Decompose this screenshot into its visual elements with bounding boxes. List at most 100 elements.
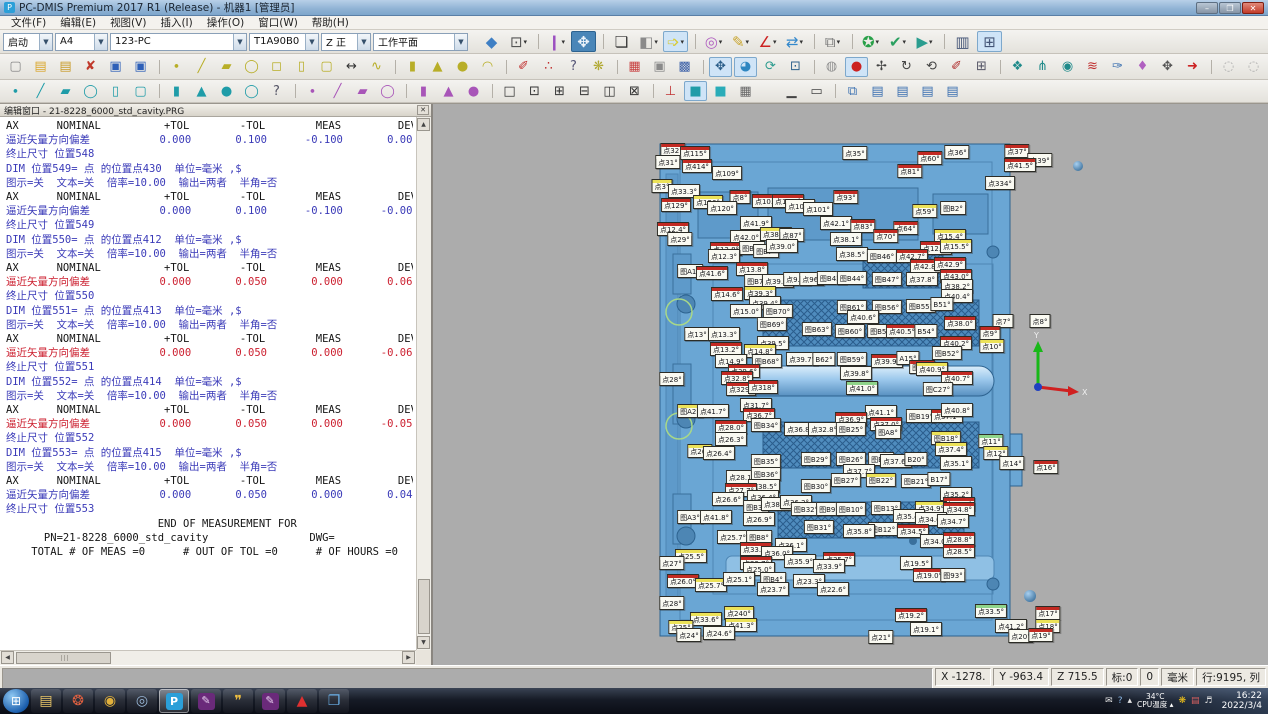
meas-circle-icon[interactable]: ◯ (240, 57, 263, 77)
snapshot-icon[interactable]: ◉ (1056, 57, 1079, 77)
meas-round-slot-icon[interactable]: ◻ (265, 57, 288, 77)
close-button[interactable]: ✕ (1242, 2, 1264, 14)
con-circle-icon[interactable]: ◯ (376, 81, 399, 101)
report-bar-icon[interactable]: ▥ (950, 31, 975, 52)
cad-label[interactable]: 点8° (1030, 314, 1051, 328)
line-gage-icon[interactable]: ✎ ▾ (728, 31, 753, 52)
workplane-combo[interactable]: 工作平面 ▼ (373, 33, 468, 51)
menu-item[interactable]: 编辑(E) (53, 15, 103, 30)
menu-item[interactable]: 操作(O) (200, 15, 251, 30)
chevron-down-icon[interactable]: ▾ (562, 38, 566, 46)
alignment-combo[interactable]: 123-PC ▼ (110, 33, 247, 51)
chevron-down-icon[interactable]: ▾ (800, 38, 804, 46)
start-button[interactable]: ⊞ (3, 689, 29, 713)
acrobat-taskbar-icon[interactable]: ▲ (287, 689, 317, 713)
cad-label[interactable]: 点35.9° (784, 554, 816, 568)
cad-label[interactable]: 点40.5° (886, 324, 918, 338)
cad-label[interactable]: 点29° (667, 232, 692, 246)
cad-label[interactable]: 点40.8° (941, 403, 973, 417)
wire-globe-icon[interactable]: ◍ (820, 57, 843, 77)
cad-label[interactable]: 图B30° (801, 479, 831, 493)
restore-win-icon[interactable]: ▭ (805, 81, 828, 101)
cad-label[interactable]: 点10° (979, 339, 1004, 353)
coreldraw2-taskbar-icon[interactable]: ✎ (255, 689, 285, 713)
cad-label[interactable]: 点38.1° (830, 232, 862, 246)
probe-tip-icon[interactable]: ❙ ▾ (544, 31, 569, 52)
auto-line-icon[interactable]: ╱ (29, 81, 52, 101)
cad-label[interactable]: 点35° (842, 146, 867, 160)
con-cone-icon[interactable]: ▲ (437, 81, 460, 101)
gage-pencil-icon[interactable]: ✐ (512, 57, 535, 77)
rotate-2d-icon[interactable]: ↻ (895, 57, 918, 77)
edit-window-titlebar[interactable]: 编辑窗口 - 21-8228_6000_std_cavity.PRG ✕ (0, 104, 431, 117)
cad-label[interactable]: 点414° (682, 159, 712, 173)
cad-label[interactable]: 点41.5° (1004, 158, 1036, 172)
cad-label[interactable]: B54° (914, 324, 937, 338)
refresh-view-icon[interactable]: ⟳ (759, 57, 782, 77)
grid-ruler-icon[interactable]: ⊞ (970, 57, 993, 77)
import-file-icon[interactable]: ▤ (54, 57, 77, 77)
cad-label[interactable]: 点39.8° (840, 366, 872, 380)
minimize-win-icon[interactable]: ▁ (780, 81, 803, 101)
auto-plane-icon[interactable]: ▰ (54, 81, 77, 101)
save-layout2-icon[interactable]: ▣ (648, 57, 671, 77)
chevron-down-icon[interactable]: ▼ (94, 34, 107, 50)
chevron-down-icon[interactable]: ▾ (929, 38, 933, 46)
probe-ball-icon[interactable]: ● (845, 57, 868, 77)
color-wheel-taskbar-icon[interactable]: ❂ (63, 689, 93, 713)
con-sphere-icon[interactable]: ● (462, 81, 485, 101)
cad-label[interactable]: B51° (930, 297, 953, 311)
view-front-icon[interactable]: ⊡ (523, 81, 546, 101)
layer-colors-icon[interactable]: ≋ (1081, 57, 1104, 77)
chevron-down-icon[interactable]: ▼ (39, 34, 52, 50)
chevron-down-icon[interactable]: ▾ (654, 38, 658, 46)
cad-label[interactable]: 点31° (655, 155, 680, 169)
startup-combo[interactable]: 启动 ▼ (3, 33, 53, 51)
temp-comp-icon[interactable]: ⊥ (659, 81, 682, 101)
cad-label[interactable]: 图B10° (836, 502, 866, 516)
cad-label[interactable]: 点38.5° (836, 247, 868, 261)
open-file-icon[interactable]: ▤ (29, 57, 52, 77)
cad-label[interactable]: 点115° (680, 146, 710, 160)
cad-label[interactable]: 点26.3° (715, 432, 747, 446)
cad-label[interactable]: 点334° (985, 176, 1015, 190)
taskbar-clock[interactable]: 16:22 2022/3/4 (1218, 691, 1262, 712)
horizontal-scrollbar[interactable]: ◀ ▶ (0, 650, 416, 665)
cad-label[interactable]: 图B46° (867, 249, 897, 263)
cad-label[interactable]: 点15.0° (730, 304, 762, 318)
window-layout-icon[interactable]: ⊞ (977, 31, 1002, 52)
meas-plane-icon[interactable]: ▰ (215, 57, 238, 77)
rotate-view-icon[interactable]: ◕ (734, 57, 757, 77)
cad-label[interactable]: 点35.1° (940, 456, 972, 470)
cad-label[interactable]: 点9° (980, 326, 1001, 340)
cad-label[interactable]: 点129° (661, 198, 691, 212)
cad-label[interactable]: 点41.0° (846, 381, 878, 395)
menu-item[interactable]: 插入(I) (153, 15, 199, 30)
pictures-taskbar-icon[interactable]: ❞ (223, 689, 253, 713)
cad-label[interactable]: B20° (904, 452, 927, 466)
cad-label[interactable]: 图B31° (804, 520, 834, 534)
view-iso-icon[interactable]: □ (498, 81, 521, 101)
mail-tray-icon[interactable]: ✉ (1105, 696, 1113, 706)
cad-label[interactable]: 点23.7° (757, 582, 789, 596)
explorer-taskbar-icon[interactable]: ▤ (31, 689, 61, 713)
new-file-icon[interactable]: ▢ (4, 57, 27, 77)
color-map-icon[interactable]: ▦ (623, 57, 646, 77)
chevron-down-icon[interactable]: ▾ (719, 38, 723, 46)
execute-icon[interactable]: ✪ ▾ (858, 31, 883, 52)
cad-label[interactable]: 图B52° (932, 346, 962, 360)
view-side-icon[interactable]: ⊟ (573, 81, 596, 101)
scroll-down-icon[interactable]: ▼ (417, 636, 430, 649)
cad-label[interactable]: 点26.9° (743, 512, 775, 526)
scroll-up-icon[interactable]: ▲ (417, 118, 430, 131)
cad-label[interactable]: 点28° (659, 372, 684, 386)
cad-label[interactable]: 点83° (850, 219, 875, 233)
cad-label[interactable]: 点101° (803, 202, 833, 216)
cad-label[interactable]: B62° (812, 352, 835, 366)
cad-label[interactable]: 图C27° (923, 382, 953, 396)
disabled-tool2-icon[interactable]: ◌ (1242, 57, 1265, 77)
con-line-icon[interactable]: ╱ (326, 81, 349, 101)
update-tray-icon[interactable]: ▤ (1191, 696, 1200, 706)
volume-tray-icon[interactable]: ♬ (1205, 696, 1213, 706)
cad-label[interactable]: 点19.1° (910, 622, 942, 636)
